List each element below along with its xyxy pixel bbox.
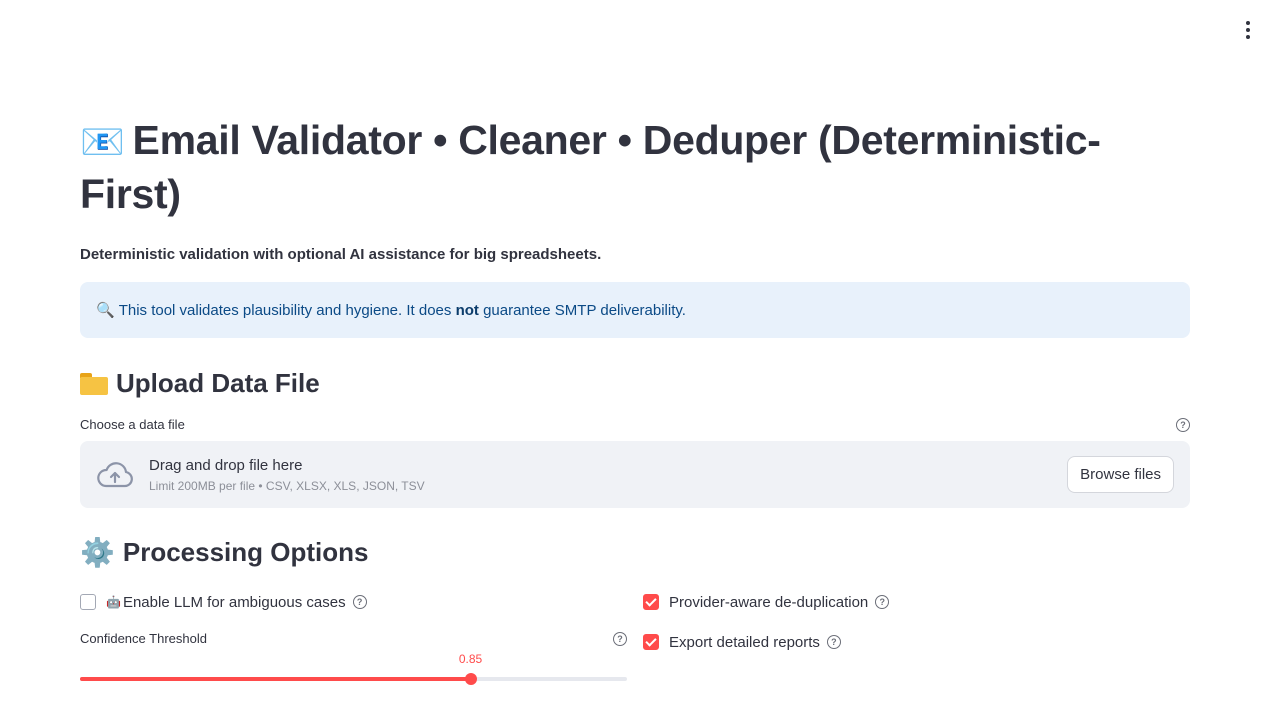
help-icon[interactable]: ? bbox=[826, 635, 841, 649]
robot-icon: 🤖 bbox=[106, 595, 121, 609]
folder-icon bbox=[80, 372, 108, 395]
dropzone-text: Drag and drop file here Limit 200MB per … bbox=[149, 457, 1067, 493]
browse-files-button[interactable]: Browse files bbox=[1067, 456, 1174, 493]
page-title: 📧 Email Validator • Cleaner • Deduper (De… bbox=[80, 114, 1190, 221]
cloud-upload-icon bbox=[97, 461, 133, 487]
llm-checkbox-row[interactable]: 🤖 Enable LLM for ambiguous cases ? bbox=[80, 591, 627, 613]
threshold-slider[interactable]: 0.85 bbox=[80, 652, 627, 686]
options-left-column: 🤖 Enable LLM for ambiguous cases ? Confi… bbox=[80, 591, 627, 686]
options-heading: ⚙️ Processing Options bbox=[80, 536, 1190, 569]
info-text-after: guarantee SMTP deliverability. bbox=[483, 301, 686, 319]
info-text-before: This tool validates plausibility and hyg… bbox=[118, 301, 452, 319]
dropzone-title: Drag and drop file here bbox=[149, 456, 303, 474]
dedupe-checkbox-label: Provider-aware de-duplication bbox=[669, 593, 869, 611]
llm-checkbox[interactable] bbox=[80, 594, 96, 610]
help-icon[interactable]: ? bbox=[1176, 417, 1190, 432]
page-subtitle: Deterministic validation with optional A… bbox=[80, 246, 602, 263]
options-heading-text: Processing Options bbox=[122, 537, 369, 567]
menu-dot-icon bbox=[1246, 21, 1250, 25]
options-columns: 🤖 Enable LLM for ambiguous cases ? Confi… bbox=[80, 591, 1190, 686]
info-alert: 🔍 This tool validates plausibility and h… bbox=[80, 282, 1190, 338]
menu-dot-icon bbox=[1246, 28, 1250, 32]
export-checkbox-label: Export detailed reports bbox=[669, 633, 820, 651]
page-title-text: Email Validator • Cleaner • Deduper (Det… bbox=[80, 117, 1101, 217]
help-icon[interactable]: ? bbox=[875, 595, 890, 609]
file-uploader-label-row: Choose a data file ? bbox=[80, 417, 1190, 432]
menu-dot-icon bbox=[1246, 35, 1250, 39]
export-checkbox[interactable] bbox=[643, 634, 659, 650]
help-icon[interactable]: ? bbox=[352, 595, 367, 609]
email-envelope-icon: 📧 bbox=[80, 121, 125, 162]
main-content: 📧 Email Validator • Cleaner • Deduper (De… bbox=[80, 114, 1190, 686]
main-menu-button[interactable] bbox=[1238, 18, 1258, 42]
file-uploader-label: Choose a data file bbox=[80, 417, 185, 432]
options-right-column: Provider-aware de-duplication ? Export d… bbox=[643, 591, 1190, 686]
dropzone-limit: Limit 200MB per file • CSV, XLSX, XLS, J… bbox=[149, 478, 425, 493]
export-checkbox-row[interactable]: Export detailed reports ? bbox=[643, 631, 1190, 653]
gear-icon: ⚙️ bbox=[80, 537, 115, 568]
dedupe-checkbox[interactable] bbox=[643, 594, 659, 610]
threshold-value: 0.85 bbox=[458, 652, 483, 666]
slider-fill bbox=[80, 677, 471, 681]
dedupe-checkbox-row[interactable]: Provider-aware de-duplication ? bbox=[643, 591, 1190, 613]
info-text-bold: not bbox=[455, 301, 479, 319]
magnifier-icon: 🔍 bbox=[96, 302, 115, 319]
threshold-label-row: Confidence Threshold ? bbox=[80, 631, 627, 646]
upload-heading: Upload Data File bbox=[80, 368, 1190, 399]
threshold-label: Confidence Threshold bbox=[80, 631, 207, 646]
file-dropzone[interactable]: Drag and drop file here Limit 200MB per … bbox=[80, 441, 1190, 508]
help-icon[interactable]: ? bbox=[613, 631, 627, 646]
slider-thumb[interactable] bbox=[464, 673, 477, 685]
llm-checkbox-label: Enable LLM for ambiguous cases bbox=[122, 593, 346, 611]
upload-heading-text: Upload Data File bbox=[116, 368, 320, 398]
